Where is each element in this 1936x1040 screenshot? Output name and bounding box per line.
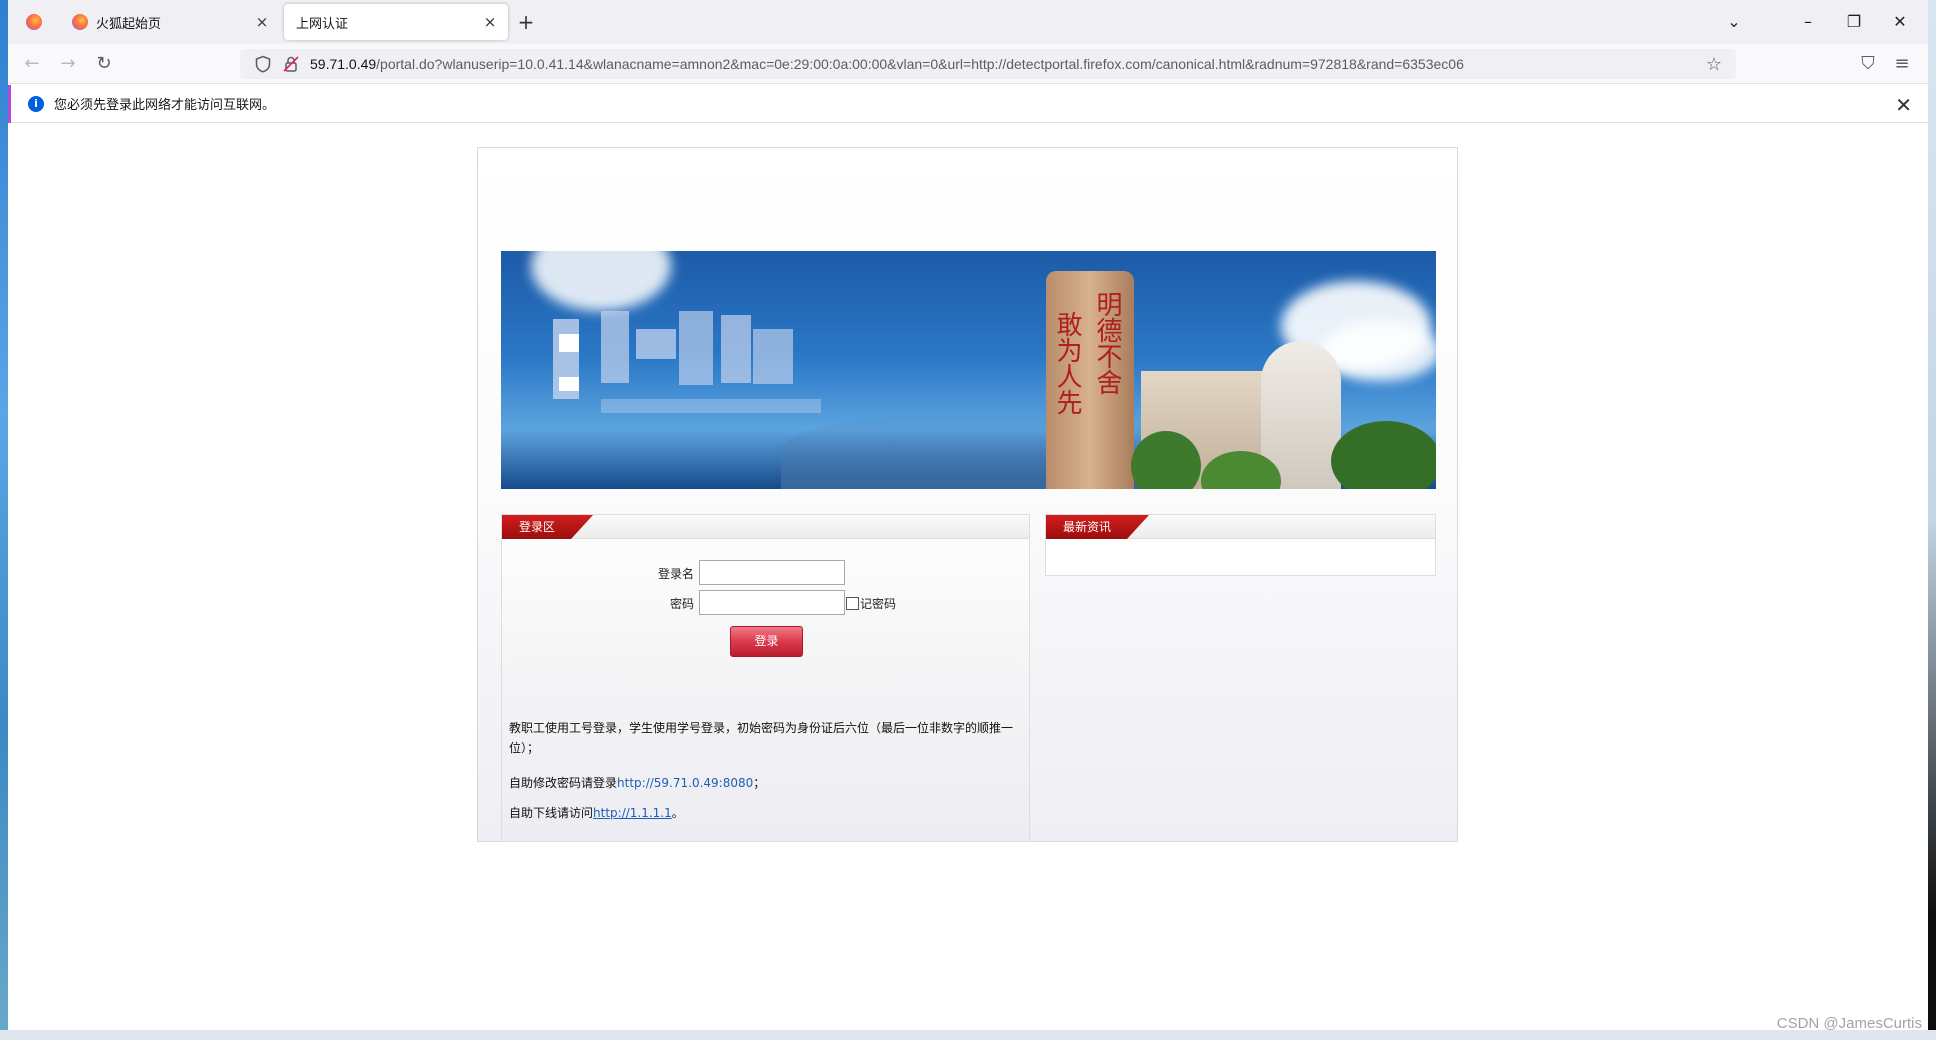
taskbar-strip — [0, 1030, 1936, 1040]
news-panel: 最新资讯 — [1045, 514, 1436, 576]
stone-inscription-right: 明德不舍 — [1092, 291, 1122, 395]
news-panel-header: 最新资讯 — [1046, 515, 1435, 539]
tab-title: 上网认证 — [296, 16, 349, 32]
minimize-button[interactable]: – — [1788, 8, 1828, 36]
remember-password-label[interactable]: 记密码 — [860, 595, 896, 612]
pixelated-logo — [541, 289, 841, 419]
close-window-button[interactable]: ✕ — [1880, 8, 1920, 36]
tab-firefox-home[interactable]: 火狐起始页 × — [60, 4, 280, 40]
username-input[interactable] — [699, 560, 845, 585]
login-panel-header: 登录区 — [502, 515, 1029, 539]
captive-portal-notification: i 您必须先登录此网络才能访问互联网。 ✕ — [8, 85, 1928, 123]
password-label: 密码 — [669, 597, 694, 611]
browser-window: 火狐起始页 × 上网认证 × + ⌄ – ❐ ✕ ← → ↻ 59.71.0.4… — [8, 0, 1928, 1040]
url-host: 59.71.0.49 — [310, 56, 377, 72]
portal-container: 敢为人先 明德不舍 登录区 登录名 密码 记密码 登录 教职工使用工号登录，学生… — [477, 147, 1458, 842]
tab-close-icon[interactable]: × — [250, 13, 274, 31]
notification-text: 您必须先登录此网络才能访问互联网。 — [54, 98, 276, 113]
firefox-icon — [26, 14, 42, 30]
url-path: /portal.do?wlanuserip=10.0.41.14&wlanacn… — [376, 56, 1464, 72]
account-instructions: 教职工使用工号登录，学生使用学号登录，初始密码为身份证后六位（最后一位非数字的顺… — [509, 721, 1014, 755]
login-panel-title: 登录区 — [502, 515, 593, 539]
tab-pinned-firefox[interactable] — [12, 4, 56, 40]
username-label: 登录名 — [657, 567, 694, 581]
stone-monument: 敢为人先 明德不舍 — [1046, 271, 1134, 489]
app-menu-icon[interactable]: ≡ — [1888, 50, 1916, 78]
tab-bar: 火狐起始页 × 上网认证 × + ⌄ – ❐ ✕ — [8, 0, 1928, 44]
logout-link[interactable]: http://1.1.1.1 — [593, 806, 672, 820]
campus-banner-image: 敢为人先 明德不舍 — [501, 251, 1436, 489]
desktop-wallpaper-right — [1928, 0, 1936, 1040]
password-row: 密码 记密码 — [502, 590, 1031, 616]
password-input[interactable] — [699, 590, 845, 615]
change-password-note: 自助修改密码请登录http://59.71.0.49:8080； — [509, 774, 765, 791]
list-all-tabs-icon[interactable]: ⌄ — [1714, 8, 1754, 36]
desktop-wallpaper-left — [0, 0, 8, 1040]
notification-accent — [8, 85, 11, 123]
tab-title: 火狐起始页 — [96, 16, 162, 32]
restore-button[interactable]: ❐ — [1834, 8, 1874, 36]
reload-icon[interactable]: ↻ — [90, 50, 118, 78]
login-panel: 登录区 登录名 密码 记密码 登录 教职工使用工号登录，学生使用学号登录，初始密… — [501, 514, 1030, 842]
stone-inscription-left: 敢为人先 — [1052, 311, 1082, 415]
change-password-suffix: ； — [753, 776, 766, 790]
tracking-protection-shield-icon[interactable] — [254, 55, 272, 73]
notification-close-icon[interactable]: ✕ — [1895, 93, 1912, 117]
change-password-link[interactable]: http://59.71.0.49:8080 — [617, 776, 753, 790]
logout-prefix: 自助下线请访问 — [509, 806, 594, 820]
navigation-toolbar: ← → ↻ 59.71.0.49/portal.do?wlanuserip=10… — [8, 44, 1928, 84]
logout-note: 自助下线请访问http://1.1.1.1。 — [509, 804, 684, 821]
url-bar[interactable]: 59.71.0.49/portal.do?wlanuserip=10.0.41.… — [240, 49, 1736, 79]
firefox-icon — [72, 14, 88, 30]
username-row: 登录名 — [502, 560, 1031, 586]
insecure-lock-icon[interactable] — [282, 55, 300, 73]
csdn-watermark: CSDN @JamesCurtis — [1776, 1015, 1922, 1032]
new-tab-button[interactable]: + — [514, 10, 538, 34]
tab-portal-auth[interactable]: 上网认证 × — [284, 4, 508, 40]
remember-password-checkbox[interactable] — [846, 597, 859, 610]
back-icon[interactable]: ← — [18, 50, 46, 78]
login-button[interactable]: 登录 — [730, 626, 803, 657]
change-password-prefix: 自助修改密码请登录 — [509, 776, 618, 790]
pocket-icon[interactable]: ⛉ — [1854, 50, 1882, 78]
bookmark-star-icon[interactable]: ☆ — [1706, 54, 1722, 75]
info-icon: i — [28, 95, 44, 112]
forward-icon[interactable]: → — [54, 50, 82, 78]
tab-close-icon[interactable]: × — [478, 13, 502, 31]
logout-suffix: 。 — [671, 806, 684, 820]
news-panel-title: 最新资讯 — [1046, 515, 1149, 539]
